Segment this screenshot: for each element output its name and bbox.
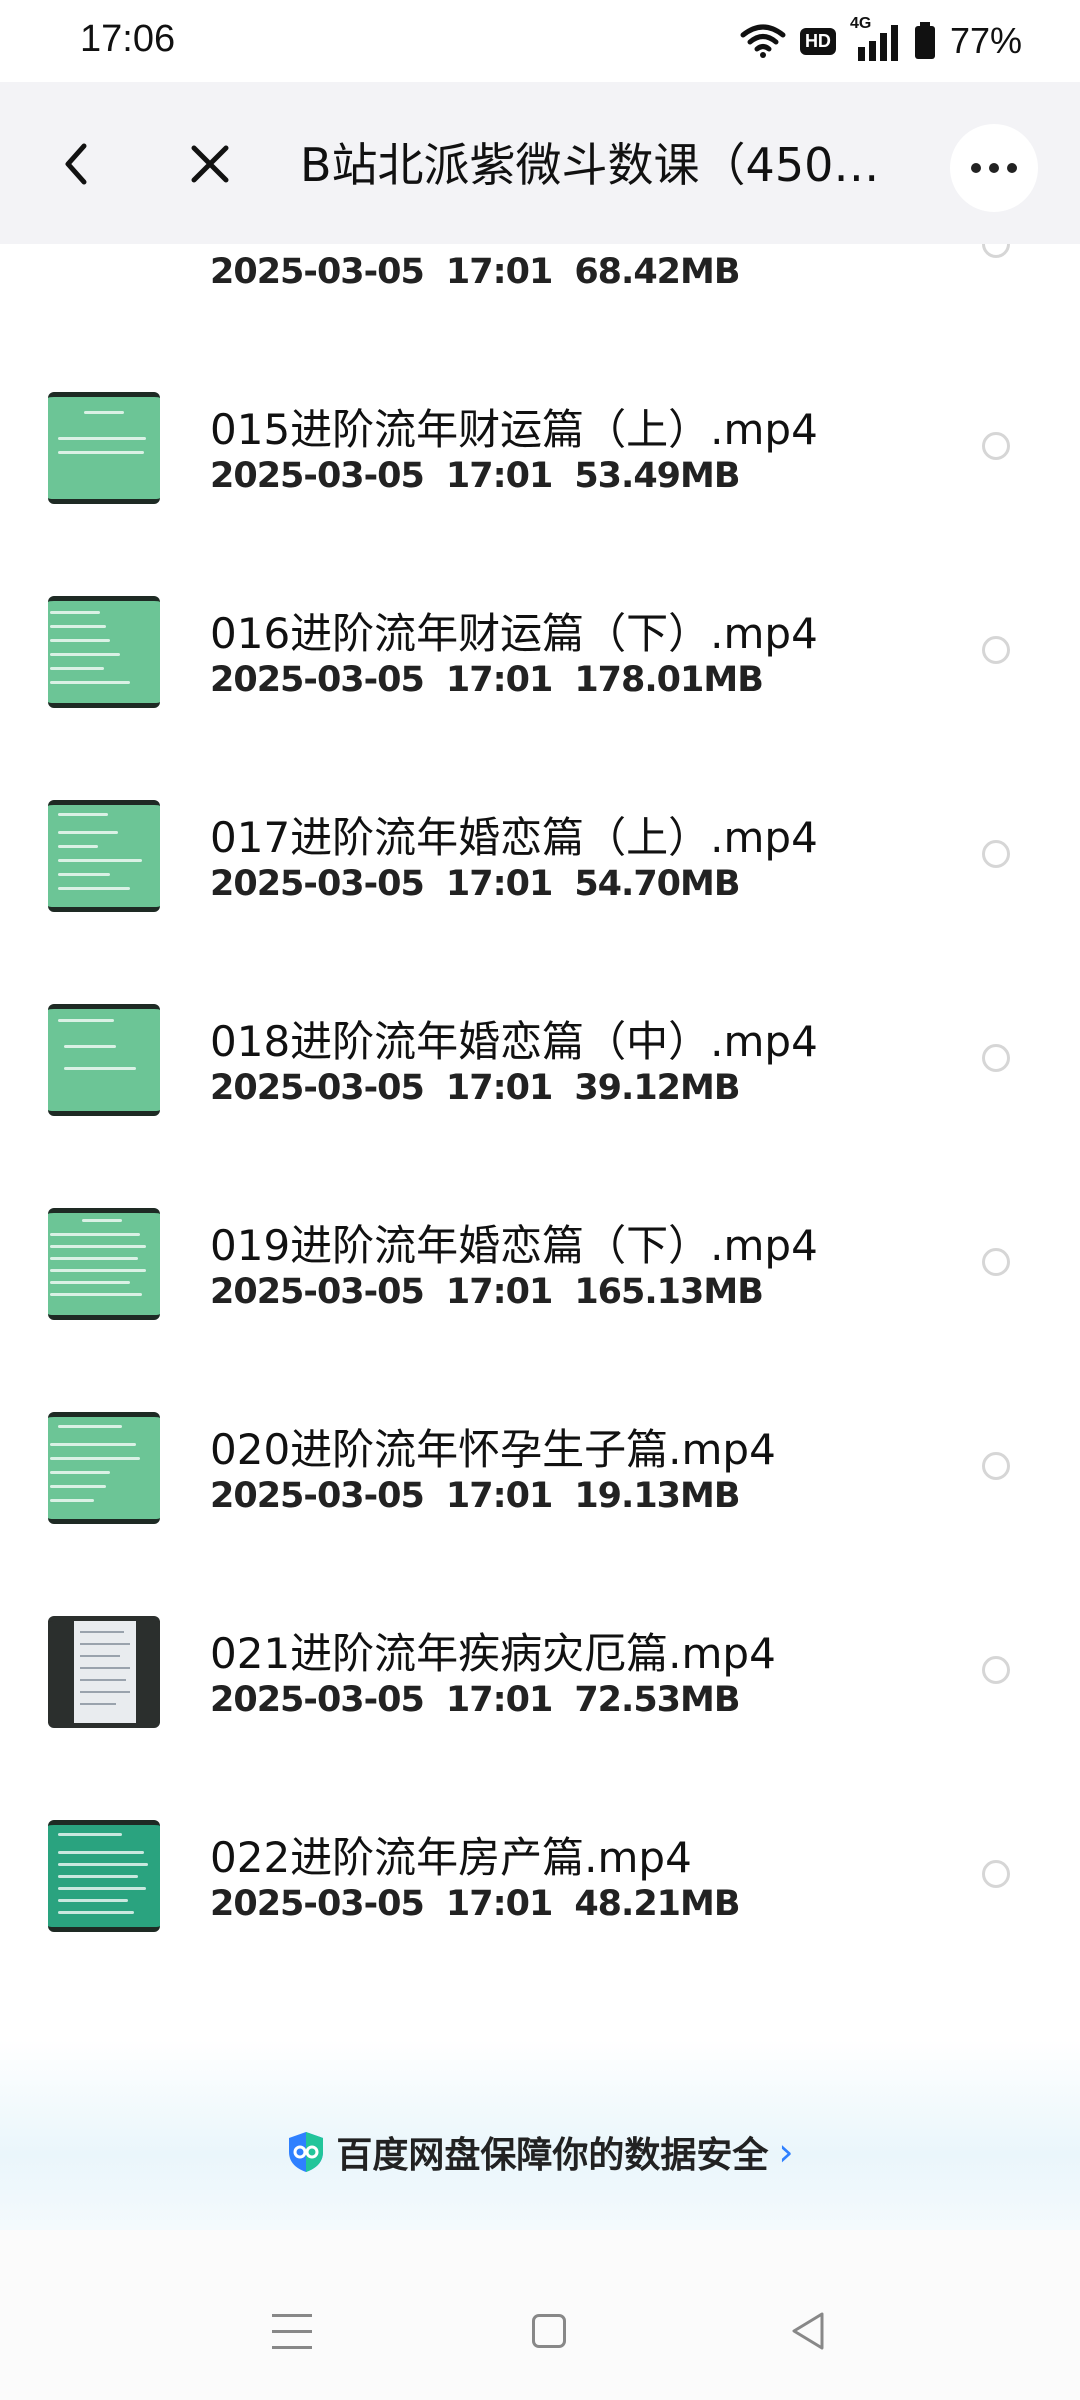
hd-badge: HD bbox=[799, 27, 836, 55]
wifi-icon bbox=[740, 24, 786, 58]
chevron-left-icon[interactable] bbox=[48, 134, 108, 194]
select-radio[interactable] bbox=[982, 840, 1010, 868]
file-time: 17:01 bbox=[445, 660, 553, 700]
file-name: 022进阶流年房产篇.mp4 bbox=[210, 1833, 692, 1882]
video-thumbnail bbox=[48, 1616, 160, 1728]
file-date: 2025-03-05 bbox=[210, 864, 425, 904]
network-type: 4G bbox=[849, 15, 872, 32]
signal-icon: 4G bbox=[850, 15, 900, 61]
file-size: 53.49MB bbox=[574, 456, 740, 496]
top-bar: B站北派紫微斗数课（450… bbox=[0, 82, 1080, 244]
file-name: 019进阶流年婚恋篇（下）.mp4 bbox=[210, 1221, 818, 1270]
file-row[interactable]: 015进阶流年财运篇（上）.mp4 2025-03-05 17:01 53.49MB bbox=[0, 348, 1080, 552]
more-dots-icon bbox=[971, 163, 981, 173]
file-time: 17:01 bbox=[445, 1884, 553, 1924]
select-radio[interactable] bbox=[982, 1248, 1010, 1276]
video-thumbnail bbox=[48, 392, 160, 504]
select-radio[interactable] bbox=[982, 432, 1010, 460]
file-size: 19.13MB bbox=[574, 1476, 740, 1516]
file-meta: 2025-03-05 17:01 68.42MB bbox=[210, 252, 762, 292]
back-triangle-icon[interactable] bbox=[788, 2310, 828, 2352]
file-date: 2025-03-05 bbox=[210, 252, 425, 292]
file-meta: 2025-03-05 17:01 54.70MB bbox=[210, 864, 762, 904]
status-time: 17:06 bbox=[80, 18, 176, 60]
home-icon[interactable] bbox=[532, 2314, 566, 2348]
file-time: 17:01 bbox=[445, 252, 553, 292]
file-row[interactable]: 022进阶流年房产篇.mp4 2025-03-05 17:01 48.21MB bbox=[0, 1776, 1080, 1980]
file-size: 165.13MB bbox=[574, 1272, 764, 1312]
file-date: 2025-03-05 bbox=[210, 1068, 425, 1108]
video-thumbnail bbox=[48, 1820, 160, 1932]
file-size: 68.42MB bbox=[574, 252, 740, 292]
file-name: 018进阶流年婚恋篇（中）.mp4 bbox=[210, 1017, 818, 1066]
file-time: 17:01 bbox=[445, 864, 553, 904]
select-radio[interactable] bbox=[982, 1656, 1010, 1684]
video-thumbnail bbox=[48, 1208, 160, 1320]
battery-icon bbox=[914, 22, 935, 59]
file-row[interactable]: 018进阶流年婚恋篇（中）.mp4 2025-03-05 17:01 39.12MB bbox=[0, 960, 1080, 1164]
video-thumbnail bbox=[48, 1412, 160, 1524]
file-time: 17:01 bbox=[445, 1068, 553, 1108]
file-size: 48.21MB bbox=[574, 1884, 740, 1924]
file-time: 17:01 bbox=[445, 1476, 553, 1516]
file-name: 016进阶流年财运篇（下）.mp4 bbox=[210, 609, 818, 658]
file-size: 39.12MB bbox=[574, 1068, 740, 1108]
select-radio[interactable] bbox=[982, 1860, 1010, 1888]
file-name: 017进阶流年婚恋篇（上）.mp4 bbox=[210, 813, 818, 862]
video-thumbnail bbox=[48, 596, 160, 708]
close-icon[interactable] bbox=[180, 134, 240, 194]
file-size: 178.01MB bbox=[574, 660, 764, 700]
file-meta: 2025-03-05 17:01 39.12MB bbox=[210, 1068, 762, 1108]
file-date: 2025-03-05 bbox=[210, 1884, 425, 1924]
file-size: 54.70MB bbox=[574, 864, 740, 904]
select-radio[interactable] bbox=[982, 636, 1010, 664]
file-time: 17:01 bbox=[445, 456, 553, 496]
video-thumbnail bbox=[48, 800, 160, 912]
file-row[interactable]: 017进阶流年婚恋篇（上）.mp4 2025-03-05 17:01 54.70MB bbox=[0, 756, 1080, 960]
page-title: B站北派紫微斗数课（450… bbox=[300, 138, 880, 192]
file-meta: 2025-03-05 17:01 19.13MB bbox=[210, 1476, 762, 1516]
select-radio[interactable] bbox=[982, 1044, 1010, 1072]
chevron-right-icon: › bbox=[778, 2130, 794, 2174]
menu-icon[interactable] bbox=[272, 2314, 312, 2350]
file-meta: 2025-03-05 17:01 165.13MB bbox=[210, 1272, 785, 1312]
security-text: 百度网盘保障你的数据安全 bbox=[336, 2135, 769, 2176]
file-date: 2025-03-05 bbox=[210, 1272, 425, 1312]
file-date: 2025-03-05 bbox=[210, 660, 425, 700]
file-row[interactable]: 019进阶流年婚恋篇（下）.mp4 2025-03-05 17:01 165.13M… bbox=[0, 1164, 1080, 1368]
file-date: 2025-03-05 bbox=[210, 1680, 425, 1720]
file-meta: 2025-03-05 17:01 178.01MB bbox=[210, 660, 785, 700]
file-time: 17:01 bbox=[445, 1272, 553, 1312]
more-button[interactable] bbox=[950, 124, 1038, 212]
file-time: 17:01 bbox=[445, 1680, 553, 1720]
file-date: 2025-03-05 bbox=[210, 456, 425, 496]
status-icons: HD 4G 77% bbox=[740, 15, 1022, 64]
file-name: 021进阶流年疾病灾厄篇.mp4 bbox=[210, 1629, 776, 1678]
file-date: 2025-03-05 bbox=[210, 1476, 425, 1516]
video-thumbnail bbox=[48, 1004, 160, 1116]
file-size: 72.53MB bbox=[574, 1680, 740, 1720]
file-meta: 2025-03-05 17:01 72.53MB bbox=[210, 1680, 762, 1720]
navigation-bar bbox=[0, 2230, 1080, 2400]
file-row[interactable]: 016进阶流年财运篇（下）.mp4 2025-03-05 17:01 178.01M… bbox=[0, 552, 1080, 756]
file-row[interactable]: 020进阶流年怀孕生子篇.mp4 2025-03-05 17:01 19.13MB bbox=[0, 1368, 1080, 1572]
file-row[interactable]: 021进阶流年疾病灾厄篇.mp4 2025-03-05 17:01 72.53MB bbox=[0, 1572, 1080, 1776]
file-name: 020进阶流年怀孕生子篇.mp4 bbox=[210, 1425, 776, 1474]
file-name: 015进阶流年财运篇（上）.mp4 bbox=[210, 405, 818, 454]
select-radio[interactable] bbox=[982, 1452, 1010, 1480]
battery-percent: 77% bbox=[949, 20, 1022, 61]
status-bar: 17:06 HD 4G 77% bbox=[0, 0, 1080, 82]
shield-icon bbox=[289, 2132, 324, 2172]
file-meta: 2025-03-05 17:01 48.21MB bbox=[210, 1884, 762, 1924]
security-banner[interactable]: 百度网盘保障你的数据安全 › bbox=[0, 2122, 1080, 2182]
file-meta: 2025-03-05 17:01 53.49MB bbox=[210, 456, 762, 496]
